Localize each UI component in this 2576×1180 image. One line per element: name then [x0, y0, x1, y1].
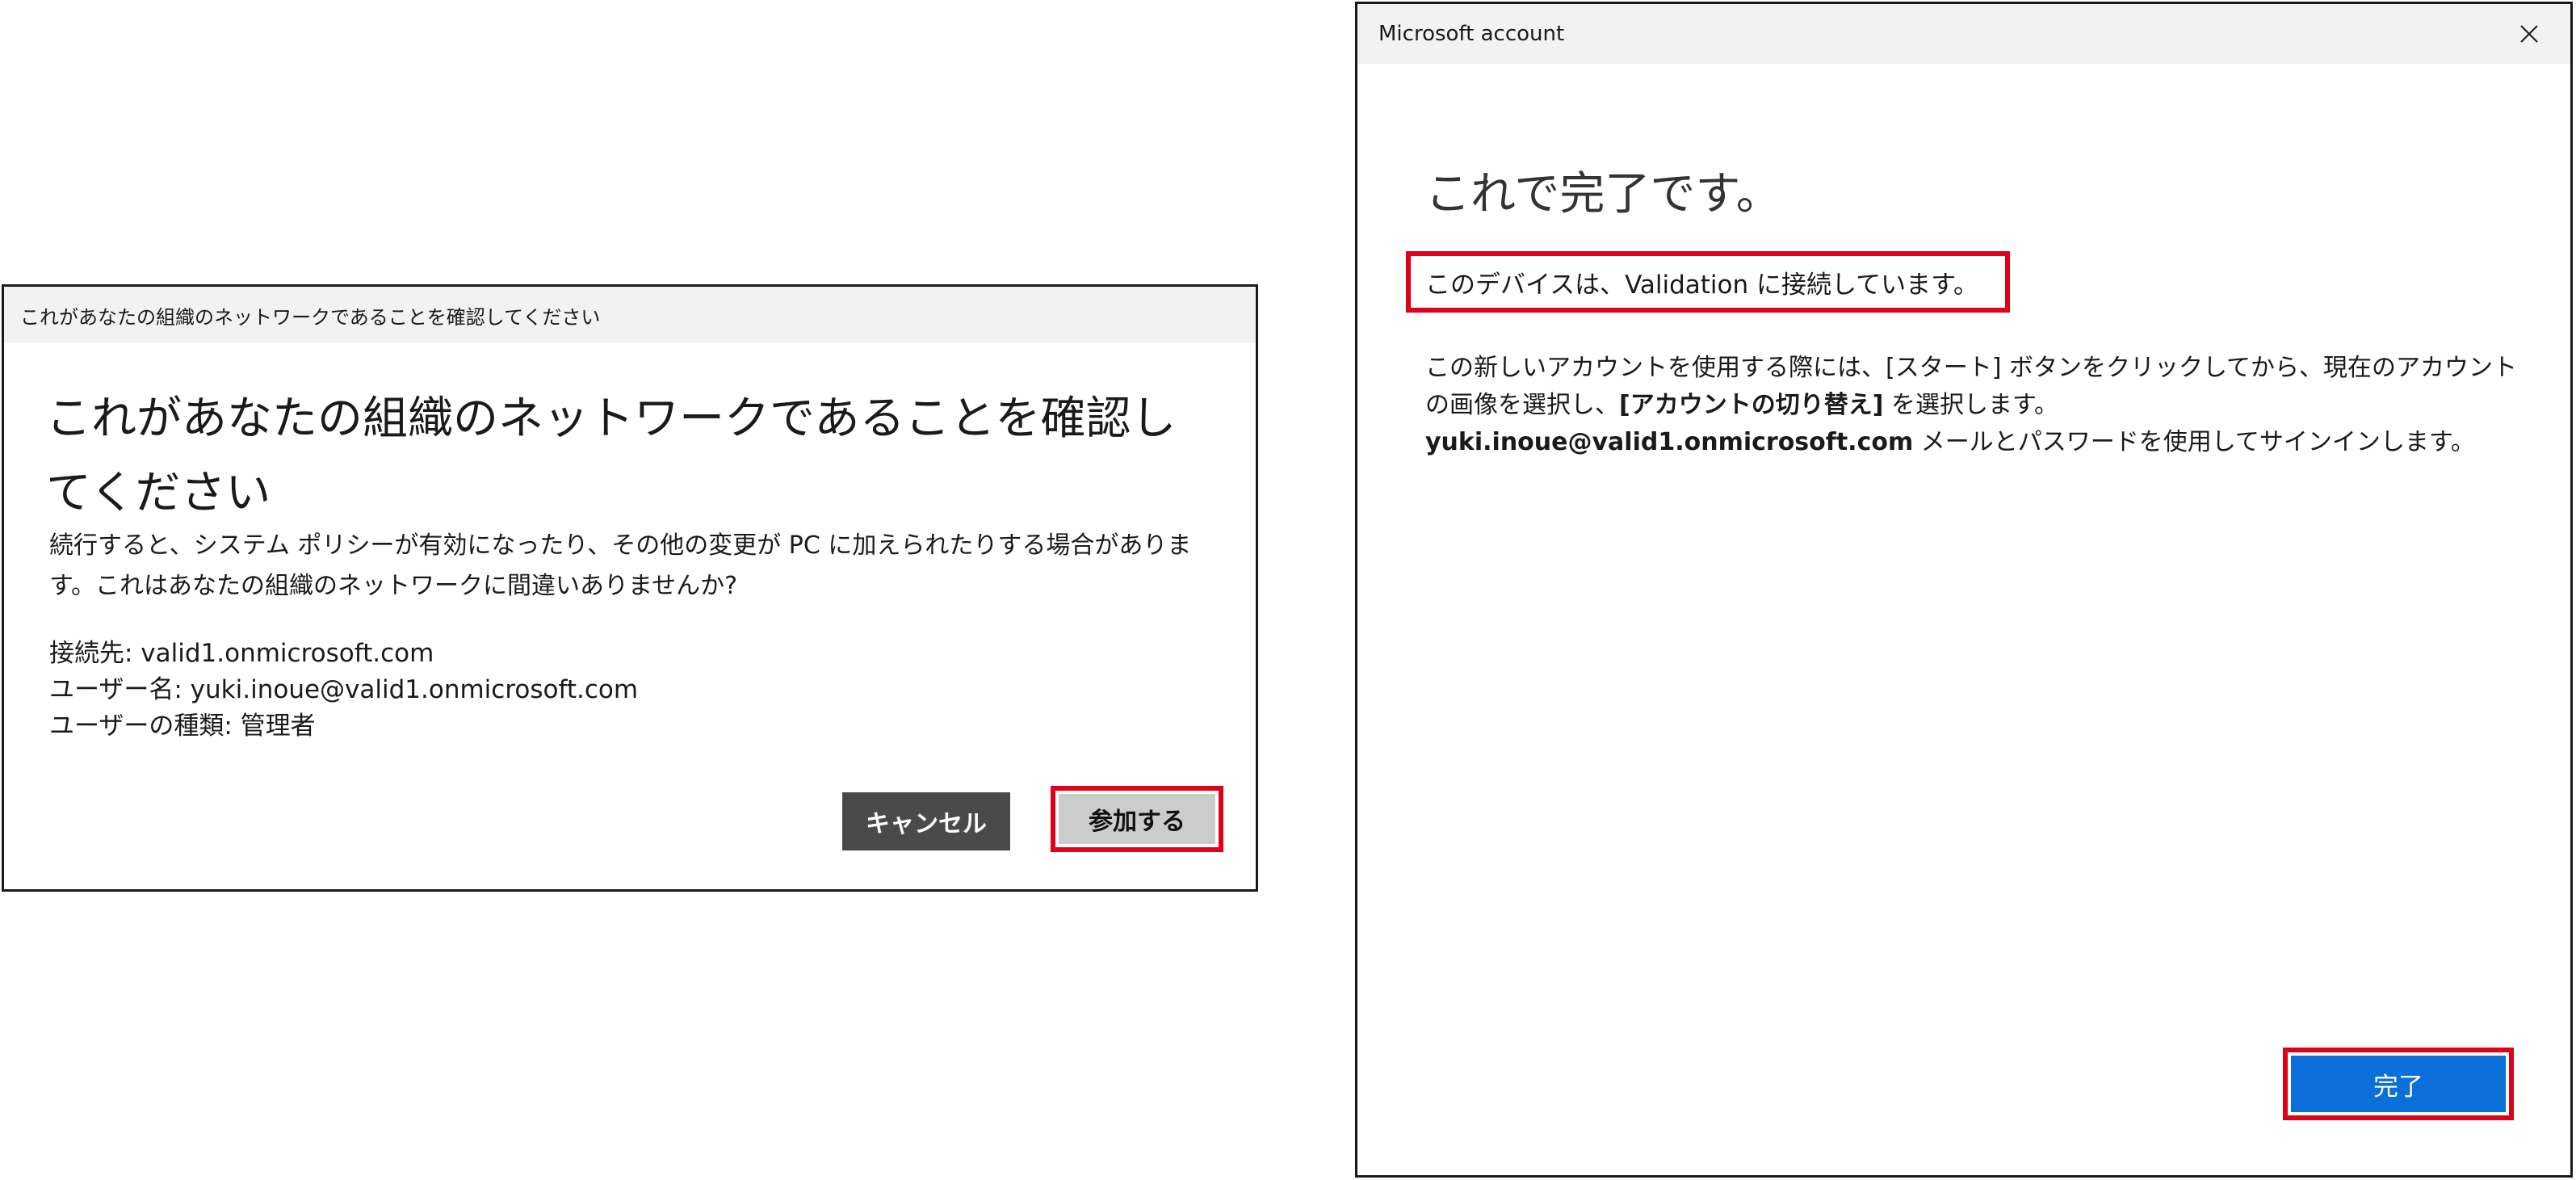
switch-account-instructions: この新しいアカウントを使用する際には、[スタート] ボタンをクリックしてから、現… [1425, 350, 2540, 461]
user-name-text: ユーザー名: yuki.inoue@valid1.onmicrosoft.com [49, 675, 639, 704]
join-dialog-window-title: これがあなたの組織のネットワークであることを確認してください [20, 305, 601, 329]
account-window-title: Microsoft account [1378, 22, 1565, 46]
account-email: yuki.inoue@valid1.onmicrosoft.com [1425, 428, 1914, 456]
completion-heading: これで完了です。 [1425, 168, 1781, 220]
instructions-part3: を選択します。 [1883, 391, 2058, 419]
account-window-titlebar: Microsoft account [1357, 4, 2570, 64]
join-button[interactable]: 参加する [1059, 794, 1215, 844]
user-type-text: ユーザーの種類: 管理者 [49, 712, 316, 741]
instructions-part4: メールとパスワードを使用してサインインします。 [1913, 428, 2475, 456]
microsoft-account-window: Microsoft account これで完了です。 このデバイスは、Valid… [1355, 2, 2573, 1178]
join-dialog-titlebar: これがあなたの組織のネットワークであることを確認してください [4, 287, 1256, 343]
switch-account-text: [アカウントの切り替え] [1619, 391, 1884, 419]
connected-message-highlight: このデバイスは、Validation に接続しています。 [1406, 251, 2010, 313]
join-dialog-heading: これがあなたの組織のネットワークであることを確認してください [46, 393, 1177, 519]
connect-to-text: 接続先: valid1.onmicrosoft.com [49, 639, 434, 668]
join-organization-dialog: これがあなたの組織のネットワークであることを確認してください これがあなたの組織… [2, 284, 1258, 892]
join-button-highlight: 参加する [1051, 786, 1223, 852]
start-button-text: [スタート] [1886, 354, 2002, 382]
connected-message: このデバイスは、Validation に接続しています。 [1425, 270, 1978, 300]
instructions-part1: この新しいアカウントを使用する際には、 [1425, 354, 1886, 382]
join-dialog-account-info: 接続先: valid1.onmicrosoft.com ユーザー名: yuki.… [49, 636, 638, 745]
close-button[interactable] [2511, 15, 2548, 52]
join-dialog-description: 続行すると、システム ポリシーが有効になったり、その他の変更が PC に加えられ… [49, 531, 1192, 600]
done-button[interactable]: 完了 [2291, 1056, 2506, 1112]
close-icon [2520, 25, 2538, 43]
done-button-highlight: 完了 [2283, 1048, 2514, 1120]
cancel-button[interactable]: キャンセル [842, 792, 1010, 850]
